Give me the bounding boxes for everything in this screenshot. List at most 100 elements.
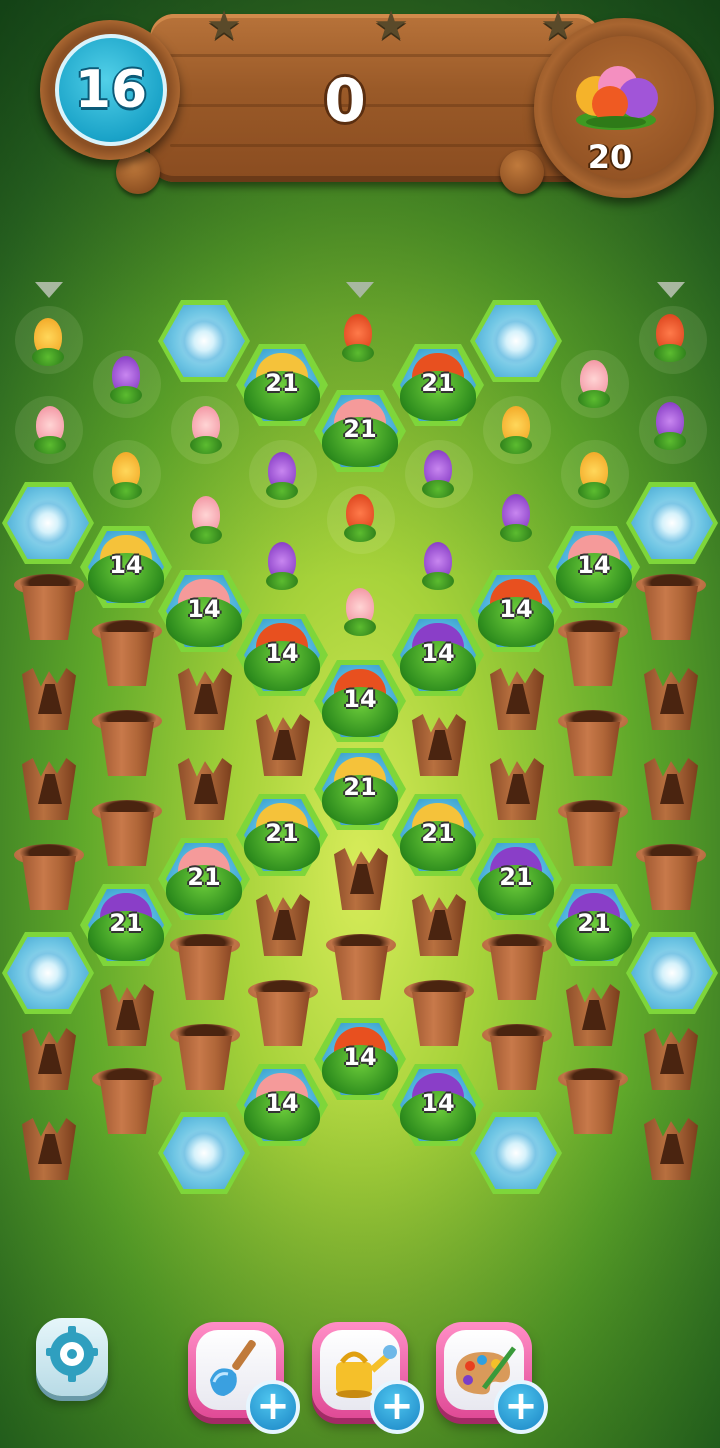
star-icon: ★ — [206, 3, 242, 49]
broken-pot[interactable] — [170, 664, 240, 734]
flower-bud-orange[interactable] — [650, 314, 690, 366]
flower-pot[interactable] — [14, 844, 84, 914]
bush-counter: 21 — [187, 863, 221, 891]
flower-pot[interactable] — [92, 1068, 162, 1138]
bush-counter: 14 — [109, 551, 143, 579]
drop-arrow-icon — [657, 282, 685, 298]
flower-pot[interactable] — [170, 934, 240, 1004]
bush-counter: 14 — [421, 1089, 455, 1117]
flower-bud-orange[interactable] — [28, 318, 68, 370]
flower-pot[interactable] — [482, 934, 552, 1004]
broken-pot[interactable] — [636, 664, 706, 734]
paint-palette-booster-button[interactable]: + — [436, 1322, 548, 1434]
flower-bud-purple[interactable] — [418, 542, 458, 594]
bush-counter: 21 — [577, 909, 611, 937]
bush-counter: 14 — [187, 595, 221, 623]
bush-counter: 21 — [499, 863, 533, 891]
bush-counter: 21 — [109, 909, 143, 937]
flower-goal-icon — [576, 66, 658, 130]
flower-pot[interactable] — [482, 1024, 552, 1094]
drop-arrow-icon — [346, 282, 374, 298]
broken-pot[interactable] — [170, 754, 240, 824]
drop-arrow-icon — [35, 282, 63, 298]
bush-counter: 14 — [421, 639, 455, 667]
broken-pot[interactable] — [14, 1024, 84, 1094]
flower-bud-purple[interactable] — [106, 356, 146, 408]
flower-bush-tile[interactable]: 14 — [236, 1064, 328, 1146]
add-paint-palette-button[interactable]: + — [494, 1380, 548, 1434]
flower-pot[interactable] — [558, 1068, 628, 1138]
broken-pot[interactable] — [636, 1024, 706, 1094]
flower-bud-yellow[interactable] — [106, 452, 146, 504]
flower-pot[interactable] — [404, 980, 474, 1050]
flower-pot[interactable] — [170, 1024, 240, 1094]
bush-counter: 21 — [343, 415, 377, 443]
broken-pot[interactable] — [14, 664, 84, 734]
flower-pot[interactable] — [558, 710, 628, 780]
settings-button[interactable] — [36, 1318, 108, 1396]
wood-knob — [500, 150, 544, 194]
flower-pot[interactable] — [326, 934, 396, 1004]
bush-counter: 21 — [265, 819, 299, 847]
shovel-booster-button[interactable]: + — [188, 1322, 300, 1434]
bush-counter: 21 — [343, 773, 377, 801]
bush-counter: 14 — [343, 685, 377, 713]
top-hud: ★ ★ ★ 16 0 20 — [0, 0, 720, 220]
flower-bud-purple[interactable] — [650, 402, 690, 454]
bush-counter: 14 — [577, 551, 611, 579]
flower-bud-pink[interactable] — [574, 360, 614, 412]
flower-pot[interactable] — [92, 710, 162, 780]
flower-bush-tile[interactable]: 14 — [392, 1064, 484, 1146]
flower-bud-pink[interactable] — [186, 406, 226, 458]
bush-counter: 21 — [421, 369, 455, 397]
flower-bud-orange[interactable] — [338, 314, 378, 366]
flower-bush-tile[interactable]: 21 — [548, 884, 640, 966]
broken-pot[interactable] — [404, 890, 474, 960]
bush-counter: 14 — [499, 595, 533, 623]
broken-pot[interactable] — [636, 1114, 706, 1184]
broken-pot[interactable] — [482, 754, 552, 824]
broken-pot[interactable] — [248, 710, 318, 780]
broken-pot[interactable] — [14, 754, 84, 824]
broken-pot[interactable] — [404, 710, 474, 780]
flower-bush-tile[interactable]: 21 — [80, 884, 172, 966]
flower-pot[interactable] — [636, 574, 706, 644]
flower-pot[interactable] — [92, 620, 162, 690]
star-icon: ★ — [373, 3, 409, 49]
flower-pot[interactable] — [14, 574, 84, 644]
flower-pot[interactable] — [92, 800, 162, 870]
flower-bud-purple[interactable] — [262, 542, 302, 594]
flower-bud-pink[interactable] — [30, 406, 70, 458]
flower-pot[interactable] — [558, 620, 628, 690]
add-watering-can-button[interactable]: + — [370, 1380, 424, 1434]
flower-pot[interactable] — [248, 980, 318, 1050]
flower-bud-pink[interactable] — [186, 496, 226, 548]
watering-can-booster-button[interactable]: + — [312, 1322, 424, 1434]
moves-counter: 16 — [55, 34, 167, 146]
broken-pot[interactable] — [92, 980, 162, 1050]
flower-bush-tile[interactable]: 14 — [314, 660, 406, 742]
flower-bud-purple[interactable] — [418, 450, 458, 502]
bush-counter: 14 — [343, 1043, 377, 1071]
flower-pot[interactable] — [558, 800, 628, 870]
flower-bud-purple[interactable] — [262, 452, 302, 504]
flower-bud-purple[interactable] — [496, 494, 536, 546]
score: 0 — [324, 66, 366, 136]
flower-bud-pink[interactable] — [340, 588, 380, 640]
flower-bush-tile[interactable]: 21 — [314, 390, 406, 472]
flower-bud-yellow[interactable] — [496, 406, 536, 458]
broken-pot[interactable] — [636, 754, 706, 824]
broken-pot[interactable] — [326, 844, 396, 914]
bush-counter: 14 — [265, 639, 299, 667]
flower-bud-orange[interactable] — [340, 494, 380, 546]
add-shovel-button[interactable]: + — [246, 1380, 300, 1434]
flower-pot[interactable] — [636, 844, 706, 914]
bush-counter: 14 — [265, 1089, 299, 1117]
broken-pot[interactable] — [482, 664, 552, 734]
broken-pot[interactable] — [248, 890, 318, 960]
flower-bud-yellow[interactable] — [574, 452, 614, 504]
broken-pot[interactable] — [14, 1114, 84, 1184]
goal-count: 20 — [587, 138, 633, 176]
bush-counter: 21 — [265, 369, 299, 397]
broken-pot[interactable] — [558, 980, 628, 1050]
